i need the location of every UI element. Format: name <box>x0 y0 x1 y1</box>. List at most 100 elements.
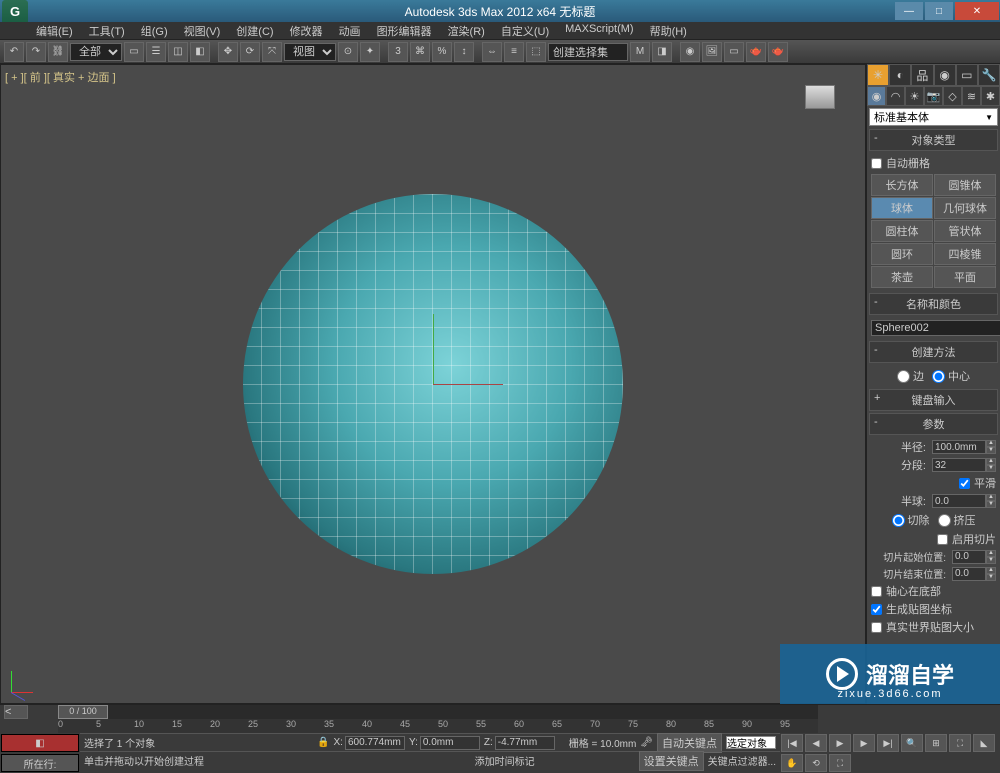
menu-group[interactable]: 组(G) <box>133 22 176 39</box>
keymode-dropdown[interactable] <box>726 736 776 749</box>
move-button[interactable]: ✥ <box>218 42 238 62</box>
category-dropdown[interactable]: 标准基本体 <box>869 108 998 126</box>
subtab-geometry[interactable]: ◉ <box>867 86 886 106</box>
subtab-spacewarps[interactable]: ≋ <box>962 86 981 106</box>
gizmo-y-axis[interactable] <box>433 314 434 384</box>
subtab-systems[interactable]: ✱ <box>981 86 1000 106</box>
subtab-helpers[interactable]: ◇ <box>943 86 962 106</box>
select-name-button[interactable]: ☰ <box>146 42 166 62</box>
radius-up[interactable]: ▲ <box>986 440 996 447</box>
base-pivot-checkbox[interactable] <box>871 586 882 597</box>
radius-down[interactable]: ▼ <box>986 447 996 454</box>
zoom-button[interactable]: 🔍 <box>901 734 923 752</box>
refcoord-dropdown[interactable]: 视图 <box>284 43 336 61</box>
seg-up[interactable]: ▲ <box>986 458 996 465</box>
link-button[interactable]: ⛓ <box>48 42 68 62</box>
select-region-button[interactable]: ◫ <box>168 42 188 62</box>
close-button[interactable]: ✕ <box>955 2 999 20</box>
pivot-button[interactable]: ⊙ <box>338 42 358 62</box>
layer-button[interactable]: ⬚ <box>526 42 546 62</box>
prev-frame-button[interactable]: ◀ <box>805 734 827 752</box>
redo-button[interactable]: ↷ <box>26 42 46 62</box>
spinner-snap-button[interactable]: ↕ <box>454 42 474 62</box>
maximize-viewport-button[interactable]: ⛶ <box>829 754 851 772</box>
viewport-front[interactable]: [ + ][ 前 ][ 真实 + 边面 ] <box>0 64 866 704</box>
type-cylinder[interactable]: 圆柱体 <box>871 220 933 242</box>
align-button[interactable]: ≡ <box>504 42 524 62</box>
minimize-button[interactable]: — <box>895 2 923 20</box>
menu-create[interactable]: 创建(C) <box>228 22 281 39</box>
pan-button[interactable]: ✋ <box>781 754 803 772</box>
time-config-button[interactable]: < <box>4 705 28 719</box>
y-coord-input[interactable] <box>420 736 480 750</box>
type-plane[interactable]: 平面 <box>934 266 996 288</box>
location-button[interactable]: 所在行: <box>1 754 79 772</box>
angle-snap-button[interactable]: ⌘ <box>410 42 430 62</box>
zoom-ext-button[interactable]: ⛶ <box>949 734 971 752</box>
type-teapot[interactable]: 茶壶 <box>871 266 933 288</box>
object-name-input[interactable] <box>871 320 1000 336</box>
z-coord-input[interactable] <box>495 736 555 750</box>
menu-customize[interactable]: 自定义(U) <box>493 22 557 39</box>
selection-filter[interactable]: 全部 <box>70 43 122 61</box>
segments-input[interactable] <box>932 458 986 472</box>
manip-button[interactable]: ✦ <box>360 42 380 62</box>
render-button[interactable]: 🫖 <box>746 42 766 62</box>
subtab-shapes[interactable]: ◠ <box>886 86 905 106</box>
squash-radio[interactable] <box>938 514 951 527</box>
goto-start-button[interactable]: |◀ <box>781 734 803 752</box>
setkey-button[interactable]: 设置关键点 <box>639 751 704 771</box>
menu-rendering[interactable]: 渲染(R) <box>440 22 493 39</box>
zoom-all-button[interactable]: ⊞ <box>925 734 947 752</box>
smooth-checkbox[interactable] <box>959 478 970 489</box>
type-cone[interactable]: 圆锥体 <box>934 174 996 196</box>
menu-help[interactable]: 帮助(H) <box>642 22 695 39</box>
rollout-params[interactable]: 参数 <box>869 413 998 435</box>
autogrid-checkbox[interactable] <box>871 158 882 169</box>
type-pyramid[interactable]: 四棱锥 <box>934 243 996 265</box>
rollout-method[interactable]: 创建方法 <box>869 341 998 363</box>
rollout-keyboard[interactable]: 键盘输入 <box>869 389 998 411</box>
gen-uv-checkbox[interactable] <box>871 604 882 615</box>
subtab-lights[interactable]: ☀ <box>905 86 924 106</box>
method-edge-radio[interactable] <box>897 370 910 383</box>
tab-motion[interactable]: ◉ <box>934 64 956 86</box>
time-slider[interactable]: 0 / 100 <box>58 705 818 719</box>
time-tag-button[interactable]: 添加时间标记 <box>475 753 535 768</box>
render-setup-button[interactable]: 🖼 <box>702 42 722 62</box>
menu-views[interactable]: 视图(V) <box>176 22 229 39</box>
window-crossing-button[interactable]: ◧ <box>190 42 210 62</box>
time-slider-thumb[interactable]: 0 / 100 <box>58 705 108 719</box>
rollout-objtype[interactable]: 对象类型 <box>869 129 998 151</box>
tab-hierarchy[interactable]: 品 <box>911 64 933 86</box>
tab-modify[interactable]: ◐ <box>889 64 911 86</box>
undo-button[interactable]: ↶ <box>4 42 24 62</box>
material-editor-button[interactable]: ◉ <box>680 42 700 62</box>
lock-icon[interactable]: 🔒 <box>317 737 329 748</box>
time-ruler[interactable]: 0 5 10 15 20 25 30 35 40 45 50 55 60 65 … <box>58 719 818 733</box>
menu-animation[interactable]: 动画 <box>331 22 369 39</box>
next-frame-button[interactable]: ▶ <box>853 734 875 752</box>
viewport-label[interactable]: [ + ][ 前 ][ 真实 + 边面 ] <box>5 69 116 85</box>
percent-snap-button[interactable]: % <box>432 42 452 62</box>
named-selection-input[interactable] <box>548 43 628 61</box>
type-torus[interactable]: 圆环 <box>871 243 933 265</box>
render-frame-button[interactable]: ▭ <box>724 42 744 62</box>
rollout-namecolor[interactable]: 名称和颜色 <box>869 293 998 315</box>
chop-radio[interactable] <box>892 514 905 527</box>
radius-input[interactable] <box>932 440 986 454</box>
schematic-button[interactable]: ◨ <box>652 42 672 62</box>
slice-from-input[interactable] <box>952 550 986 564</box>
mirror-button[interactable]: ⇔ <box>482 42 502 62</box>
x-coord-input[interactable] <box>345 736 405 750</box>
menu-modifiers[interactable]: 修改器 <box>282 22 331 39</box>
gizmo-x-axis[interactable] <box>433 384 503 385</box>
tab-display[interactable]: ▭ <box>956 64 978 86</box>
type-box[interactable]: 长方体 <box>871 174 933 196</box>
slice-to-input[interactable] <box>952 567 986 581</box>
method-center-radio[interactable] <box>932 370 945 383</box>
menu-tools[interactable]: 工具(T) <box>81 22 133 39</box>
key-icon[interactable]: 🗝 <box>640 737 653 748</box>
viewcube[interactable] <box>805 85 835 109</box>
snap-button[interactable]: 3 <box>388 42 408 62</box>
